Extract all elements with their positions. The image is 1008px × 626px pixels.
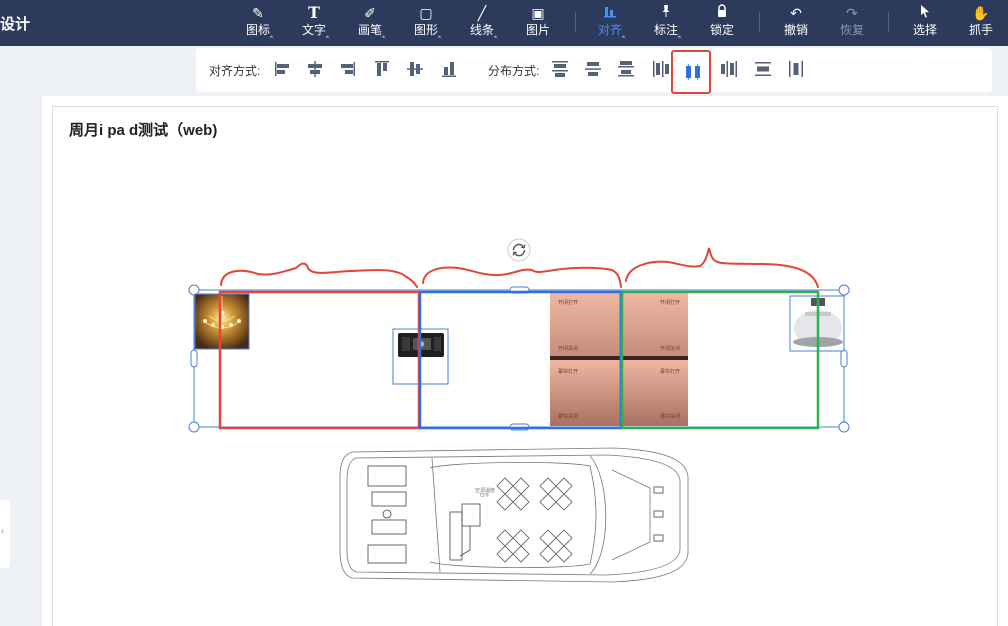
- region-boxes[interactable]: [218, 290, 820, 430]
- panel-label: 开闭关闭: [660, 346, 681, 352]
- selection-box[interactable]: [188, 284, 850, 433]
- panel-label: 开闭关闭: [558, 346, 579, 352]
- panel-label: 幕帘关闭: [660, 414, 681, 420]
- panel-label: 幕帘打开: [558, 369, 579, 375]
- scene-panels[interactable]: [550, 292, 688, 426]
- chandelier-image[interactable]: [194, 293, 250, 350]
- vehicle-floorplan[interactable]: [339, 447, 689, 583]
- canvas-drawing: [188, 238, 850, 583]
- panel-label: 幕帘打开: [660, 369, 681, 375]
- panel-label: 开闭打开: [558, 300, 579, 306]
- rotate-handle[interactable]: [507, 238, 531, 262]
- vehicle-label: 73℉: [479, 493, 490, 499]
- panel-label: 幕帘关闭: [558, 414, 579, 420]
- panel-label: 开闭打开: [660, 300, 681, 306]
